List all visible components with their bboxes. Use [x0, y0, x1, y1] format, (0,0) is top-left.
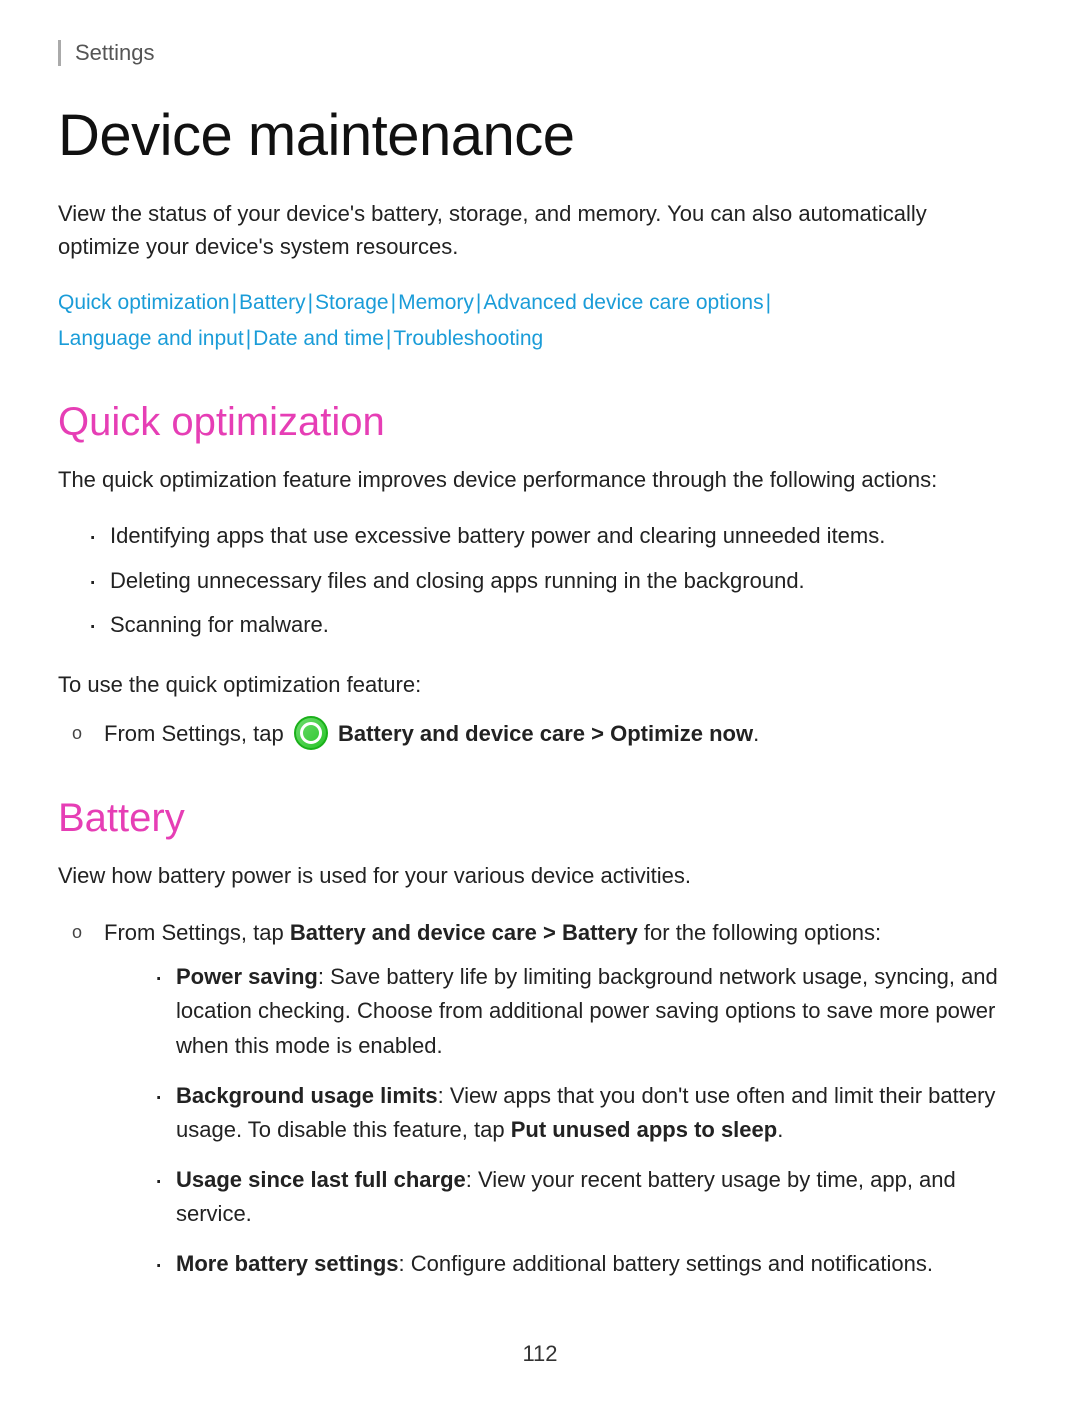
step-prefix: From Settings, tap	[104, 721, 284, 746]
nav-link-storage[interactable]: Storage	[315, 291, 389, 314]
sub-bullet-bold: Background usage limits	[176, 1083, 438, 1108]
sub-bullet-trailing-bold: Put unused apps to sleep	[511, 1117, 777, 1142]
bullet-item: Scanning for malware.	[88, 608, 1022, 642]
bullet-item: Identifying apps that use excessive batt…	[88, 519, 1022, 553]
nav-link-memory[interactable]: Memory	[398, 291, 474, 314]
section-title-battery: Battery	[58, 796, 1022, 841]
sub-bullet-bold: Usage since last full charge	[176, 1167, 466, 1192]
section-title-quick-optimization: Quick optimization	[58, 400, 1022, 445]
nav-link-language[interactable]: Language and input	[58, 327, 244, 350]
step-bold: Battery and device care > Optimize now	[338, 721, 753, 746]
page-number: 112	[58, 1341, 1022, 1367]
sub-bullet-more-settings: More battery settings: Configure additio…	[154, 1247, 1022, 1281]
intro-text: View the status of your device's battery…	[58, 197, 998, 263]
use-text: To use the quick optimization feature:	[58, 668, 1022, 702]
nav-link-date[interactable]: Date and time	[253, 327, 384, 350]
breadcrumb: Settings	[58, 40, 1022, 66]
step-item: From Settings, tap Battery and device ca…	[68, 716, 1022, 752]
sub-bullet-text: : Configure additional battery settings …	[399, 1251, 933, 1276]
quick-optimization-steps: From Settings, tap Battery and device ca…	[58, 716, 1022, 752]
nav-link-battery[interactable]: Battery	[239, 291, 306, 314]
battery-steps: From Settings, tap Battery and device ca…	[58, 915, 1022, 1281]
nav-link-quick-optimization[interactable]: Quick optimization	[58, 291, 230, 314]
battery-step-item: From Settings, tap Battery and device ca…	[68, 915, 1022, 1281]
sub-bullet-background-usage: Background usage limits: View apps that …	[154, 1079, 1022, 1147]
settings-icon-badge	[294, 716, 328, 750]
quick-optimization-bullets: Identifying apps that use excessive batt…	[58, 519, 1022, 641]
battery-intro: View how battery power is used for your …	[58, 859, 998, 893]
nav-link-advanced[interactable]: Advanced device care options	[483, 291, 763, 314]
bullet-item: Deleting unnecessary files and closing a…	[88, 564, 1022, 598]
nav-links: Quick optimization|Battery|Storage|Memor…	[58, 285, 1022, 356]
quick-optimization-intro: The quick optimization feature improves …	[58, 463, 998, 497]
sub-bullet-bold: Power saving	[176, 964, 318, 989]
page-title: Device maintenance	[58, 102, 1022, 169]
battery-sub-bullets: Power saving: Save battery life by limit…	[104, 960, 1022, 1281]
battery-step-suffix: for the following options:	[644, 920, 881, 945]
battery-step-bold: Battery and device care > Battery	[290, 920, 638, 945]
step-suffix: .	[753, 721, 759, 746]
sub-bullet-power-saving: Power saving: Save battery life by limit…	[154, 960, 1022, 1062]
battery-step-prefix: From Settings, tap	[104, 920, 284, 945]
sub-bullet-bold: More battery settings	[176, 1251, 399, 1276]
sub-bullet-trailing: .	[777, 1117, 783, 1142]
sub-bullet-usage-since: Usage since last full charge: View your …	[154, 1163, 1022, 1231]
nav-link-troubleshooting[interactable]: Troubleshooting	[393, 327, 543, 350]
